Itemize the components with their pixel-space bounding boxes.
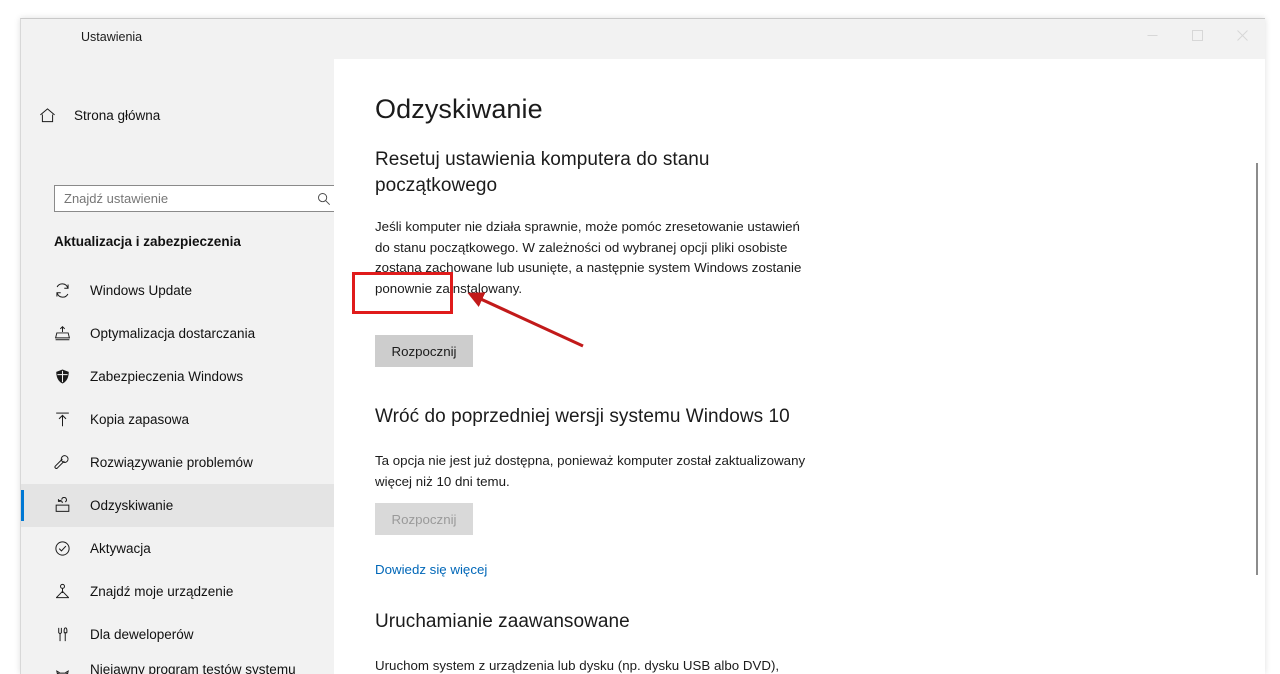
section-body: Ta opcja nie jest już dostępna, ponieważ… [375,453,806,489]
upload-icon [54,411,81,428]
section-heading: Resetuj ustawienia komputera do stanu po… [375,149,710,196]
sidebar-item-activation[interactable]: Aktywacja [21,527,334,570]
reset-start-button[interactable]: Rozpocznij [375,335,473,367]
recovery-icon [54,497,81,514]
sidebar-item-recovery[interactable]: Odzyskiwanie [21,484,334,527]
sidebar-item-label: Odzyskiwanie [90,497,174,513]
section-rollback: Wróć do poprzedniej wersji systemu Windo… [375,404,815,492]
section-body: Uruchom system z urządzenia lub dysku (n… [375,658,780,673]
sidebar-item-label: Aktywacja [90,540,151,556]
wrench-icon [54,454,81,471]
page-title: Odzyskiwanie [375,94,543,124]
section-heading: Uruchamianie zaawansowane [375,611,630,632]
sidebar-nav-list: Windows Update Optymalizacja dostarczani… [21,269,334,674]
sidebar-item-troubleshoot[interactable]: Rozwiązywanie problemów [21,441,334,484]
section-reset-pc: Resetuj ustawienia komputera do stanu po… [375,147,815,299]
title-bar: Ustawienia [21,19,1265,59]
minimize-button[interactable] [1130,19,1175,51]
home-icon [39,107,67,124]
maximize-button[interactable] [1175,19,1220,51]
sidebar-item-label: Zabezpieczenia Windows [90,368,244,384]
screen: Ustawienia Strona główna Znajdź ustawien… [0,0,1280,674]
vertical-scrollbar[interactable] [1250,99,1265,674]
sidebar-item-windows-update[interactable]: Windows Update [21,269,334,312]
sidebar-item-home[interactable]: Strona główna [21,97,334,133]
search-input[interactable] [55,186,309,211]
sidebar-item-label: Rozwiązywanie problemów [90,454,253,470]
tools-icon [54,626,81,643]
close-button[interactable] [1220,19,1265,51]
rollback-start-button[interactable]: Rozpocznij [375,503,473,535]
sidebar-item-label: Optymalizacja dostarczania [90,325,256,341]
sidebar-item-backup[interactable]: Kopia zapasowa [21,398,334,441]
find-device-icon [54,583,81,600]
sidebar-item-windows-insider[interactable]: Niejawny program testów systemu Windows [21,656,334,674]
sidebar-item-find-my-device[interactable]: Znajdź moje urządzenie [21,570,334,613]
sidebar-item-windows-security[interactable]: Zabezpieczenia Windows [21,355,334,398]
learn-more-link[interactable]: Dowiedz się więcej [375,562,487,577]
shield-icon [54,368,81,385]
sidebar-item-label: Windows Update [90,282,193,298]
content-area: Odzyskiwanie Resetuj ustawienia komputer… [334,59,1265,674]
settings-window: Ustawienia Strona główna Znajdź ustawien… [20,18,1265,674]
sidebar-category-title: Aktualizacja i zabezpieczenia [54,234,241,249]
sidebar-home-label: Strona główna [74,107,161,123]
sidebar: Strona główna Aktualizacja i zabezpiecze… [21,59,340,674]
sidebar-item-for-developers[interactable]: Dla deweloperów [21,613,334,656]
sidebar-item-label: Kopia zapasowa [90,411,190,427]
sidebar-item-label: Niejawny program testów systemu Windows [90,661,296,674]
check-circle-icon [54,540,81,557]
sidebar-item-delivery-optimization[interactable]: Optymalizacja dostarczania [21,312,334,355]
scrollbar-thumb[interactable] [1256,163,1258,575]
delivery-optimization-icon [54,325,81,342]
sidebar-item-label: Dla deweloperów [90,626,194,642]
search-box[interactable] [54,185,340,212]
window-title: Ustawienia [81,30,143,44]
ninjacat-icon [54,669,81,674]
section-heading: Wróć do poprzedniej wersji systemu Windo… [375,406,790,427]
sync-icon [54,282,81,299]
section-advanced-startup: Uruchamianie zaawansowane Uruchom system… [375,609,815,674]
sidebar-item-label: Znajdź moje urządzenie [90,583,234,599]
section-body: Jeśli komputer nie działa sprawnie, może… [375,219,802,296]
